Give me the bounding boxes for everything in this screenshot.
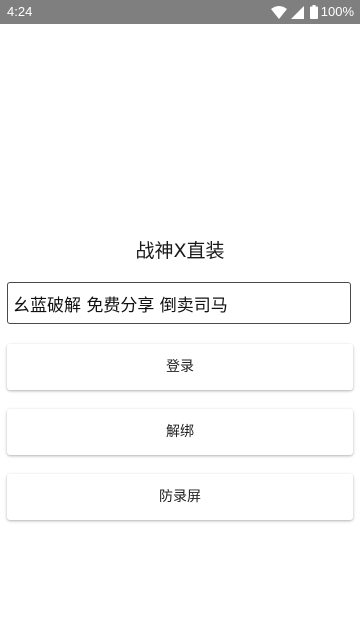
app-title: 战神X直装 xyxy=(135,240,225,262)
anti-record-button[interactable]: 防录屏 xyxy=(7,474,353,520)
wifi-icon xyxy=(270,5,287,19)
unbind-button[interactable]: 解绑 xyxy=(7,409,353,455)
battery-icon xyxy=(309,5,318,19)
status-bar: 4:24 100% xyxy=(0,0,360,24)
status-time: 4:24 xyxy=(7,4,33,19)
login-button[interactable]: 登录 xyxy=(7,344,353,390)
card-key-input[interactable] xyxy=(7,282,351,324)
signal-icon xyxy=(290,5,304,19)
status-icons: 100% xyxy=(270,4,354,20)
battery-percent: 100% xyxy=(320,4,354,19)
